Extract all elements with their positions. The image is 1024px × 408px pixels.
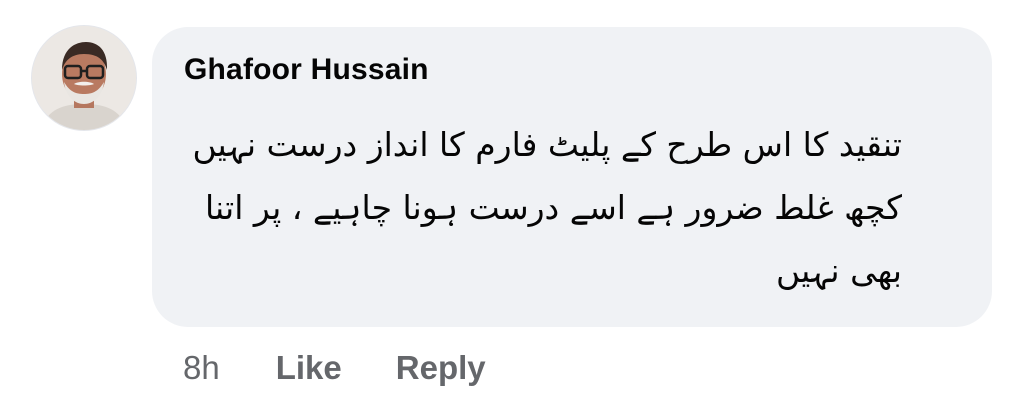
reply-button[interactable]: Reply: [396, 349, 486, 387]
avatar[interactable]: [32, 26, 136, 130]
comment-actions: 8h Like Reply: [183, 346, 540, 390]
comment-bubble: Ghafoor Hussain تنقید کا اس طرح کے پلیٹ …: [152, 27, 992, 327]
comment-text: تنقید کا اس طرح کے پلیٹ فارم کا انداز در…: [192, 125, 902, 290]
comment-timestamp[interactable]: 8h: [183, 349, 220, 387]
like-button[interactable]: Like: [276, 349, 342, 387]
profile-photo-icon: [32, 26, 136, 130]
comment: Ghafoor Hussain تنقید کا اس طرح کے پلیٹ …: [0, 0, 1024, 408]
comment-author-name[interactable]: Ghafoor Hussain: [184, 53, 429, 87]
